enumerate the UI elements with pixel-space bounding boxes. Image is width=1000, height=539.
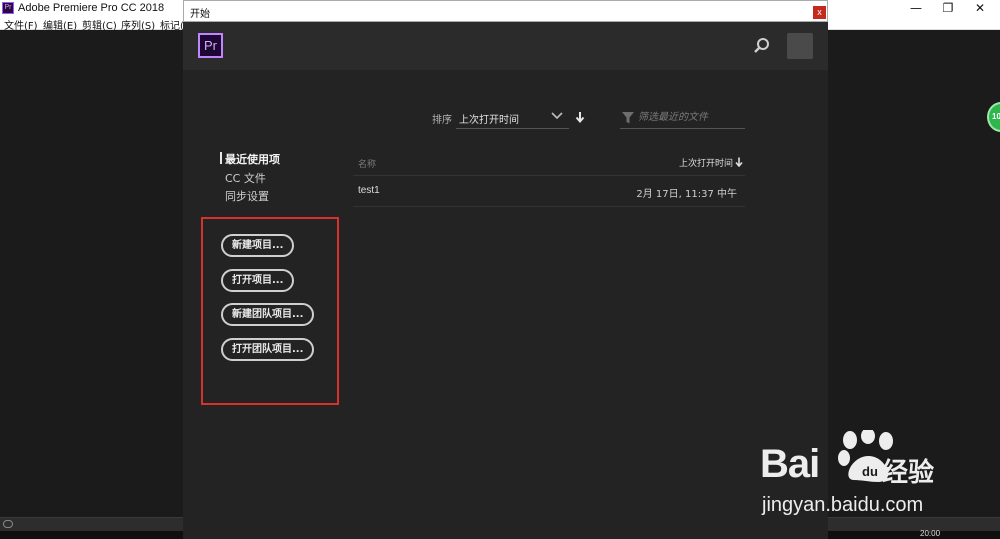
maximize-button[interactable]: ❐ <box>930 0 966 16</box>
arrow-down-icon[interactable] <box>575 111 585 123</box>
watermark-brand-cn: 经验 <box>882 458 935 488</box>
app-title: Adobe Premiere Pro CC 2018 <box>18 2 165 14</box>
new-team-project-button[interactable]: 新建团队项目... <box>221 303 315 326</box>
svg-text:du: du <box>862 464 878 479</box>
watermark-brand: Bai <box>760 442 820 486</box>
minimize-button[interactable]: — <box>898 0 934 16</box>
status-icon[interactable] <box>3 520 13 528</box>
menu-clip[interactable]: 剪辑(C) <box>82 17 117 32</box>
table-row[interactable]: test1 2月 17日, 11:37 中午 <box>353 176 745 207</box>
filter-icon <box>622 112 634 124</box>
new-project-button[interactable]: 新建项目... <box>221 234 295 257</box>
file-last-opened: 2月 17日, 11:37 中午 <box>636 189 737 200</box>
open-team-project-button[interactable]: 打开团队项目... <box>221 338 315 361</box>
start-dialog: 开始 x Pr 排序 上次打开时间 最近使用项 CC 文件 同步设置 新建项目.… <box>183 0 828 539</box>
taskbar-clock: 20:00 <box>920 529 941 538</box>
sidebar-item-sync-settings[interactable]: 同步设置 <box>225 188 269 204</box>
chevron-down-icon <box>551 112 563 120</box>
dialog-title: 开始 <box>190 9 210 20</box>
column-header-name[interactable]: 名称 <box>358 157 376 170</box>
watermark: du Bai 经验 jingyan.baidu.com <box>760 430 1000 530</box>
column-header-last-opened[interactable]: 上次打开时间 <box>679 156 743 169</box>
sort-label: 排序 <box>432 115 452 126</box>
arrow-down-icon <box>735 157 743 167</box>
filter-input[interactable] <box>638 110 743 125</box>
active-marker <box>220 152 222 164</box>
menu-edit[interactable]: 编辑(E) <box>43 17 77 32</box>
file-name: test1 <box>358 185 380 196</box>
open-project-button[interactable]: 打开项目... <box>221 269 295 292</box>
dialog-close-button[interactable]: x <box>813 6 826 19</box>
sort-dropdown[interactable]: 上次打开时间 <box>456 107 569 129</box>
column-header-last-opened-label: 上次打开时间 <box>678 159 733 169</box>
badge-text: 10 <box>992 112 1000 121</box>
sidebar-item-recent[interactable]: 最近使用项 <box>225 151 280 167</box>
dialog-header: Pr <box>183 22 828 70</box>
premiere-logo-icon: Pr <box>198 33 223 58</box>
premiere-logo-icon: Pr <box>2 2 14 14</box>
dialog-titlebar: 开始 x <box>183 0 828 22</box>
menu-file[interactable]: 文件(F) <box>4 17 38 32</box>
menu-sequence[interactable]: 序列(S) <box>121 17 155 32</box>
highlight-box: 新建项目... 打开项目... 新建团队项目... 打开团队项目... <box>201 217 339 405</box>
avatar[interactable] <box>787 33 813 59</box>
sort-value: 上次打开时间 <box>459 115 519 126</box>
close-window-button[interactable]: ✕ <box>962 0 998 16</box>
filter-field <box>620 107 745 129</box>
sidebar-item-cc-files[interactable]: CC 文件 <box>225 170 266 186</box>
watermark-url: jingyan.baidu.com <box>762 494 924 516</box>
search-icon[interactable] <box>753 37 771 55</box>
